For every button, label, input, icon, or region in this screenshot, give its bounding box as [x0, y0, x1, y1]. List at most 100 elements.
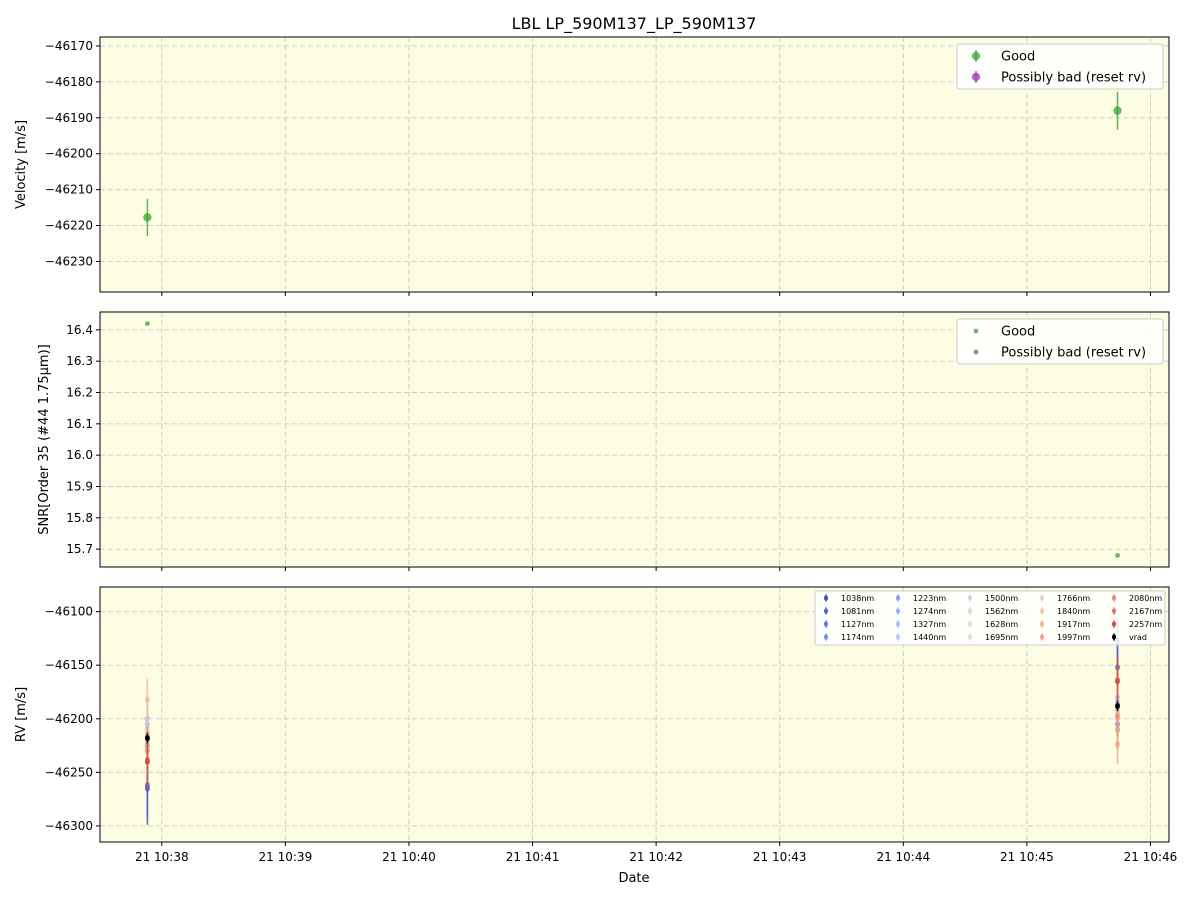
y-tick-label: 16.0 [66, 448, 93, 462]
chart-title: LBL LP_590M137_LP_590M137 [512, 14, 757, 34]
legend-marker [971, 51, 981, 61]
y-tick-label: −46170 [45, 39, 93, 53]
legend-label: 2080nm [1129, 594, 1162, 603]
legend-label: 1562nm [985, 607, 1018, 616]
legend-label: Possibly bad (reset rv) [1001, 71, 1146, 86]
y-tick-label: −46100 [45, 605, 93, 619]
legend-label: Good [1001, 325, 1035, 340]
x-tick-label: 21 10:46 [1124, 850, 1178, 864]
legend: Good Possibly bad (reset rv) [956, 43, 1164, 90]
legend-marker [968, 634, 972, 640]
legend-marker [824, 608, 828, 614]
legend-label: 1274nm [913, 607, 946, 616]
legend-marker [896, 595, 900, 601]
panel-2: 16.4 16.3 16.2 16.1 16.0 15.9 15.8 15.7 SNR[Orde… [37, 311, 1170, 571]
legend-marker [1040, 608, 1044, 614]
y-tick-label: 15.9 [66, 479, 93, 493]
panel-1: −46170 −46180 −46190 −46200 −46210 −46220 −462… [14, 36, 1170, 296]
x-tick-label: 21 10:42 [629, 850, 683, 864]
data-point [1115, 678, 1120, 685]
legend-label: 1766nm [1057, 594, 1090, 603]
legend-label: 1223nm [913, 594, 946, 603]
data-point [1113, 106, 1122, 115]
legend-label: 1081nm [841, 607, 874, 616]
y-tick-label: −46250 [45, 765, 93, 779]
y-tick-label: 16.3 [66, 354, 93, 368]
legend-marker [896, 634, 900, 640]
y-tick-label: 16.4 [66, 323, 93, 337]
legend-label: 2257nm [1129, 620, 1162, 629]
x-tick-label: 21 10:40 [382, 850, 436, 864]
legend-label: 1440nm [913, 633, 946, 642]
y-tick-label: −46180 [45, 75, 93, 89]
legend-label: 1917nm [1057, 620, 1090, 629]
data-point [144, 321, 150, 326]
data-point [144, 734, 150, 742]
x-tick-label: 21 10:38 [135, 850, 189, 864]
legend-marker [824, 595, 828, 601]
legend-label: 1628nm [985, 620, 1018, 629]
x-tick-label: 21 10:43 [753, 850, 807, 864]
x-axis-label: Date [618, 871, 649, 886]
y-tick-label: −46210 [45, 183, 93, 197]
legend-marker [1112, 621, 1116, 627]
legend-marker [1040, 595, 1044, 601]
legend-label: 2167nm [1129, 607, 1162, 616]
data-point [1115, 713, 1120, 720]
legend-marker [1112, 634, 1116, 640]
legend-label: 1038nm [841, 594, 874, 603]
y-axis-label: Velocity [m/s] [14, 120, 29, 209]
legend: Good Possibly bad (reset rv) [956, 318, 1164, 365]
panel-3: 21 10:38 21 10:39 21 10:40 21 10:41 21 10:42… [14, 586, 1178, 864]
legend-label: 1997nm [1057, 633, 1090, 642]
legend-label: 1127nm [841, 620, 874, 629]
legend-marker [973, 349, 979, 355]
legend-marker [1112, 608, 1116, 614]
y-tick-label: −46150 [45, 658, 93, 672]
data-point [143, 213, 152, 222]
legend-label: Good [1001, 50, 1035, 65]
legend-marker [1040, 621, 1044, 627]
y-tick-label: 16.1 [66, 417, 93, 431]
x-tick-label: 21 10:45 [1000, 850, 1054, 864]
legend-label: 1695nm [985, 633, 1018, 642]
y-tick-label: −46300 [45, 819, 93, 833]
legend-marker [968, 595, 972, 601]
y-tick-label: −46200 [45, 712, 93, 726]
legend-marker [968, 621, 972, 627]
y-tick-label: 16.2 [66, 386, 93, 400]
y-tick-label: −46220 [45, 219, 93, 233]
figure: LBL LP_590M137_LP_590M137 −46170−46180−4… [14, 14, 1178, 886]
y-axis-label: RV [m/s] [14, 687, 29, 742]
legend-label: Possibly bad (reset rv) [1001, 346, 1146, 361]
data-point [144, 758, 150, 765]
legend-marker [971, 72, 981, 82]
legend-marker [824, 634, 828, 640]
data-point [1115, 553, 1120, 558]
legend-marker [896, 608, 900, 614]
legend-label: 1327nm [913, 620, 946, 629]
legend-label: vrad [1129, 633, 1147, 642]
y-tick-label: 15.8 [66, 511, 93, 525]
y-axis-label: SNR[Order 35 (#44 1.75μm)] [37, 344, 52, 535]
y-tick-label: 15.7 [66, 542, 93, 556]
legend-marker [824, 621, 828, 627]
y-tick-label: −46190 [45, 111, 93, 125]
legend-marker [973, 328, 979, 334]
x-tick-label: 21 10:44 [876, 850, 930, 864]
x-tick-label: 21 10:41 [506, 850, 560, 864]
data-point [1115, 741, 1120, 748]
data-point [144, 696, 150, 703]
legend-label: 1174nm [841, 633, 874, 642]
legend-marker [896, 621, 900, 627]
y-tick-label: −46200 [45, 147, 93, 161]
legend-label: 1840nm [1057, 607, 1090, 616]
panels: −46170 −46180 −46190 −46200 −46210 −46220 −462… [14, 36, 1178, 864]
data-point [1115, 702, 1120, 710]
legend-marker [1040, 634, 1044, 640]
legend-marker [968, 608, 972, 614]
x-tick-label: 21 10:39 [259, 850, 313, 864]
legend-label: 1500nm [985, 594, 1018, 603]
legend: 1038nm 1081nm 1127nm 1174nm 1223nm 1274nm 1327… [814, 590, 1166, 646]
y-tick-label: −46230 [45, 254, 93, 268]
